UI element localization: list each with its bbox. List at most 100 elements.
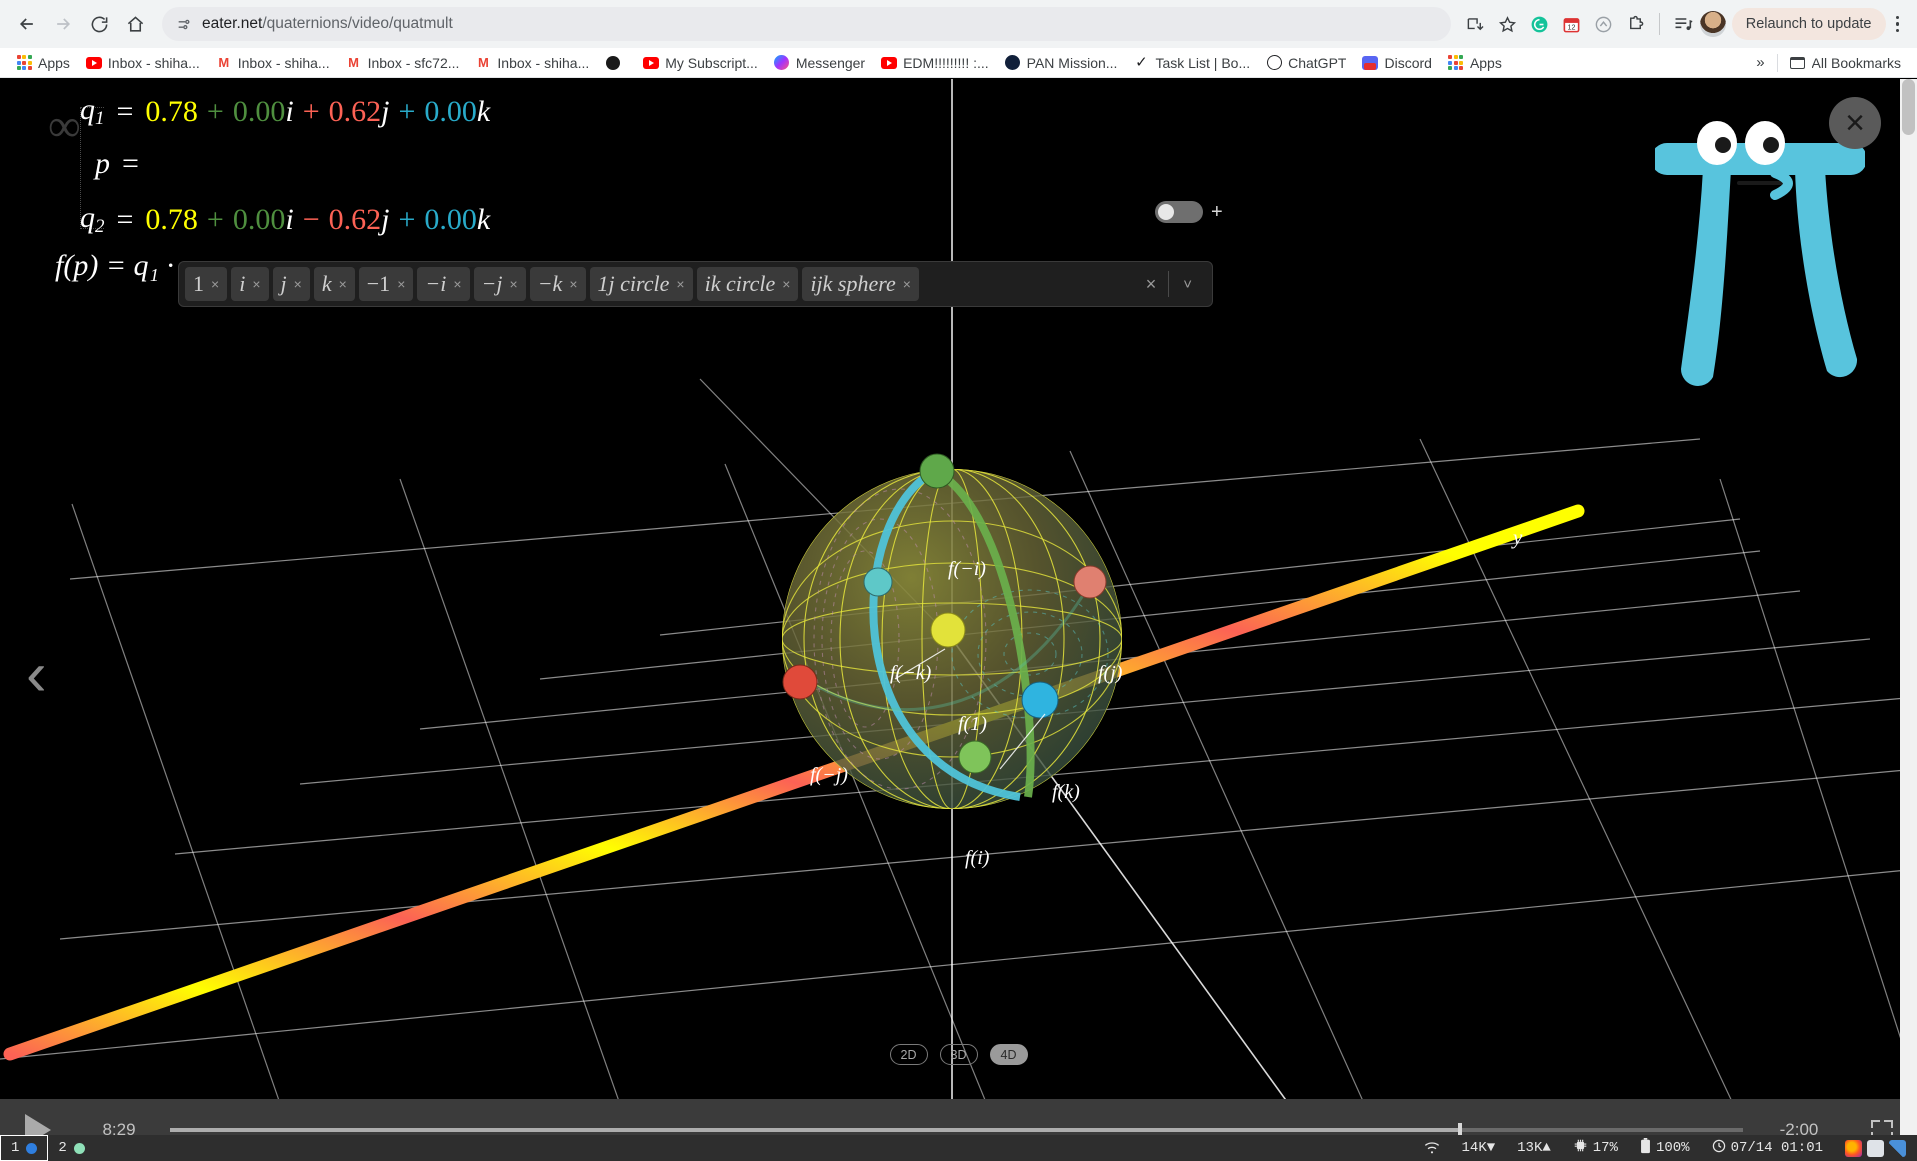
bookmark-label: EDM!!!!!!!!! :... — [903, 54, 989, 71]
youtube-icon — [881, 55, 898, 71]
workspace-dot-icon — [26, 1142, 38, 1154]
bookmark-inbox-shiha-1[interactable]: Inbox - shiha... — [78, 52, 208, 74]
calendar-12-icon[interactable]: 12 — [1557, 9, 1587, 39]
pill-neg-k[interactable]: −k × — [529, 267, 586, 301]
q2-term-2: 0.62 — [328, 202, 382, 236]
pill-remove-icon[interactable]: × — [294, 276, 302, 292]
site-settings-icon[interactable] — [176, 16, 192, 32]
star-icon[interactable] — [1493, 9, 1523, 39]
pill-neg-i[interactable]: −i × — [417, 267, 470, 301]
cpu-usage: 17% — [1562, 1139, 1629, 1157]
bookmark-edm[interactable]: EDM!!!!!!!!! :... — [873, 52, 997, 74]
previous-scene-button[interactable]: ‹ — [26, 644, 47, 706]
reload-icon[interactable] — [82, 7, 116, 41]
p-multiselect-input[interactable]: 1 × i × j × k × −1 × −i × −j × −k × 1j circle × i… — [178, 261, 1213, 307]
p-equals: = — [122, 147, 139, 180]
firefox-icon[interactable] — [1845, 1139, 1862, 1157]
q2-unit-3: k — [476, 202, 491, 236]
pill-remove-icon[interactable]: × — [676, 276, 684, 292]
workspace-1[interactable]: 1 — [0, 1135, 49, 1161]
home-icon[interactable] — [118, 7, 152, 41]
media-queue-icon[interactable] — [1668, 9, 1698, 39]
link-icon[interactable]: ∞ — [48, 99, 82, 239]
bookmark-inbox-sfc72[interactable]: M Inbox - sfc72... — [338, 52, 468, 74]
extensions-puzzle-icon[interactable] — [1621, 9, 1651, 39]
progress-scrubber[interactable] — [170, 1123, 1743, 1137]
point-label-f-1: f(1) — [958, 713, 987, 735]
youtube-icon — [85, 55, 102, 71]
gmail-0-icon: M — [477, 55, 489, 70]
three-dot-menu-icon[interactable] — [1888, 15, 1908, 33]
q1-lhs: q1 — [80, 93, 105, 129]
pill-j[interactable]: j × — [272, 267, 310, 301]
bookmark-apps-1[interactable]: Apps — [8, 52, 78, 74]
scene-toggle[interactable]: + — [1155, 201, 1223, 223]
cpu-value: 17% — [1592, 1140, 1618, 1156]
bookmark-pan-mission[interactable]: PAN Mission... — [997, 52, 1126, 74]
bookmark-apps-2[interactable]: Apps — [1440, 52, 1510, 74]
bookmark-my-subscriptions[interactable]: My Subscript... — [635, 52, 766, 74]
address-bar[interactable]: eater.net/quaternions/video/quatmult — [162, 7, 1451, 41]
pill-ijk-sphere[interactable]: ijk sphere × — [802, 267, 919, 301]
toggle-switch[interactable] — [1155, 201, 1203, 223]
bookmark-chatgpt[interactable]: ChatGPT — [1258, 52, 1354, 74]
q1-op-1: + — [206, 94, 224, 128]
grammarly-icon[interactable] — [1525, 9, 1555, 39]
pill-label: −k — [537, 271, 563, 296]
pill-1j-circle[interactable]: 1j circle × — [589, 267, 693, 301]
pill-remove-icon[interactable]: × — [569, 276, 577, 292]
profile-avatar[interactable] — [1699, 11, 1726, 37]
pill-neg-1[interactable]: −1 × — [358, 267, 414, 301]
bookmark-label: PAN Mission... — [1026, 54, 1118, 71]
bookmark-inbox-shiha-2[interactable]: M Inbox - shiha... — [208, 52, 338, 74]
workspace-2[interactable]: 2 — [48, 1135, 94, 1161]
pill-remove-icon[interactable]: × — [252, 276, 260, 292]
pill-remove-icon[interactable]: × — [782, 276, 790, 292]
pill-remove-icon[interactable]: × — [397, 276, 405, 292]
q1-term-2: 0.62 — [328, 94, 382, 128]
pill-remove-icon[interactable]: × — [903, 276, 911, 292]
signal-bars-icon[interactable] — [1889, 1139, 1906, 1157]
pill-remove-icon[interactable]: × — [211, 276, 219, 292]
close-icon[interactable]: × — [1829, 97, 1881, 149]
dimension-button-3d[interactable]: 3D — [939, 1044, 978, 1065]
page-scrollbar[interactable]: ▼ — [1900, 79, 1917, 1161]
equation-q1: q1 = 0.78 + 0.00 i + 0.62 j + 0.00 k — [80, 93, 490, 130]
bookmark-globe[interactable] — [597, 52, 635, 74]
bookmark-inbox-shiha-3[interactable]: M Inbox - shiha... — [467, 52, 597, 74]
point-label-f-i: f(i) — [965, 847, 990, 869]
checkmark-icon: ✓ — [1135, 54, 1148, 71]
clear-all-icon[interactable]: × — [1134, 274, 1169, 295]
forward-arrow-icon[interactable] — [46, 7, 80, 41]
all-bookmarks-button[interactable]: All Bookmarks — [1782, 52, 1909, 74]
pill-i[interactable]: i × — [231, 267, 269, 301]
pill-neg-j[interactable]: −j × — [473, 267, 526, 301]
add-icon[interactable]: + — [1211, 202, 1223, 222]
pill-ik-circle[interactable]: ik circle × — [696, 267, 799, 301]
pill-1[interactable]: 1 × — [185, 267, 228, 301]
bookmark-discord[interactable]: Discord — [1354, 52, 1439, 74]
dimension-button-4d[interactable]: 4D — [989, 1044, 1028, 1065]
chevron-down-icon[interactable]: ˅ — [1169, 276, 1206, 293]
q2-unit-1: i — [285, 202, 294, 236]
pill-label: ijk sphere — [810, 271, 896, 296]
circle-caret-icon[interactable] — [1589, 9, 1619, 39]
chatgpt-icon — [1266, 55, 1282, 71]
pill-remove-icon[interactable]: × — [453, 276, 461, 292]
bookmarks-overflow-button[interactable]: » — [1748, 54, 1772, 71]
pill-label: −j — [481, 271, 503, 296]
pill-k[interactable]: k × — [313, 267, 355, 301]
notes-icon[interactable] — [1867, 1139, 1884, 1157]
url-host: eater.net — [202, 15, 263, 32]
pill-remove-icon[interactable]: × — [339, 276, 347, 292]
bookmark-messenger[interactable]: Messenger — [766, 52, 873, 74]
bookmark-task-list[interactable]: ✓ Task List | Bo... — [1125, 52, 1258, 74]
dimension-button-2d[interactable]: 2D — [889, 1044, 928, 1065]
bookmark-label: Discord — [1384, 54, 1432, 71]
relaunch-to-update-button[interactable]: Relaunch to update — [1731, 8, 1886, 40]
battery-value: 100% — [1655, 1140, 1690, 1156]
scrollbar-thumb[interactable] — [1902, 79, 1915, 135]
back-arrow-icon[interactable] — [10, 7, 44, 41]
install-app-icon[interactable] — [1461, 9, 1491, 39]
pill-remove-icon[interactable]: × — [510, 276, 518, 292]
